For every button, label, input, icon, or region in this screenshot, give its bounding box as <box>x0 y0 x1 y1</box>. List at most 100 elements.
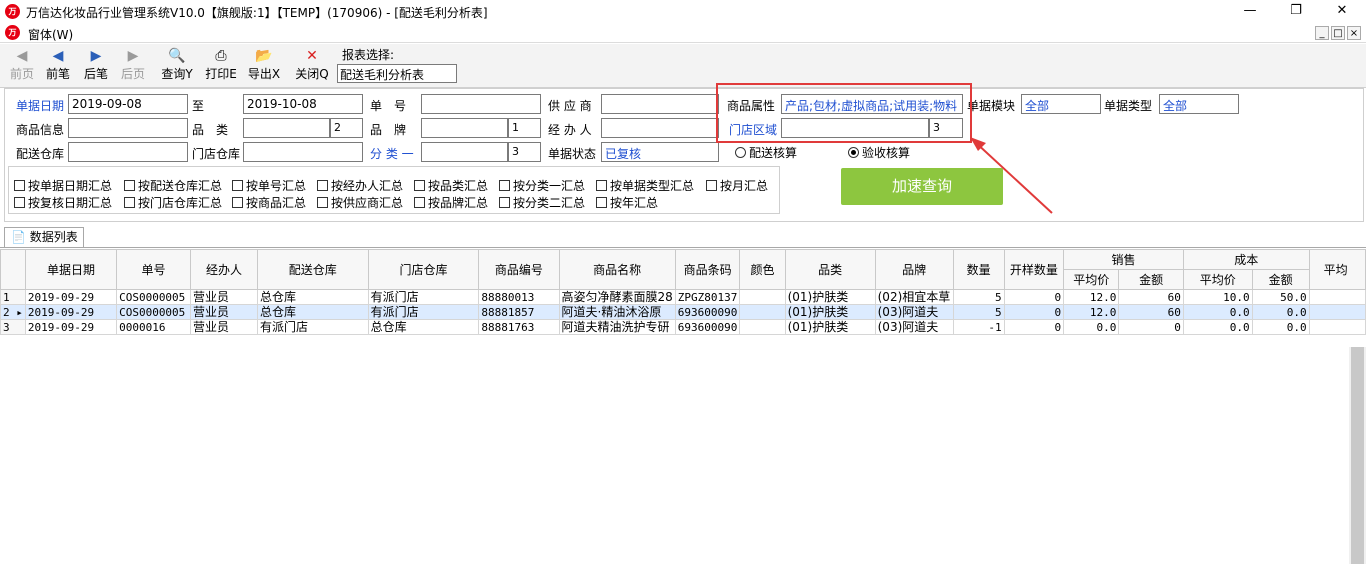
cell: 88881763 <box>478 319 560 335</box>
category-level-input[interactable]: 2 <box>330 118 363 138</box>
check-class1-sum[interactable]: 按分类一汇总 <box>499 177 585 194</box>
first-page-button[interactable]: ◀ 前页 <box>2 46 42 86</box>
col-header[interactable]: 品牌 <box>874 249 954 290</box>
mdi-minimize-button[interactable]: _ <box>1315 26 1329 40</box>
brand-level-input[interactable]: 1 <box>508 118 541 138</box>
scrollbar-thumb[interactable] <box>1351 347 1364 564</box>
doctype-select[interactable]: 全部 <box>1159 94 1239 114</box>
col-header[interactable]: 品类 <box>784 249 876 290</box>
check-date-sum[interactable]: 按单据日期汇总 <box>14 177 112 194</box>
cell: 总仓库 <box>367 319 480 335</box>
tab-divider <box>0 247 1366 248</box>
cell: 0.0 <box>1063 319 1120 335</box>
check-year-sum[interactable]: 按年汇总 <box>596 194 658 211</box>
check-supplier-sum[interactable]: 按供应商汇总 <box>317 194 403 211</box>
check-doctype-sum[interactable]: 按单据类型汇总 <box>596 177 694 194</box>
col-header[interactable]: 门店仓库 <box>367 249 480 290</box>
class1-level-input[interactable]: 3 <box>508 142 541 162</box>
cell: 693600090 <box>674 319 741 335</box>
col-header[interactable]: 经办人 <box>189 249 258 290</box>
col-sub-header[interactable]: 平均价 <box>1182 269 1253 290</box>
checkbox-icon <box>596 180 607 191</box>
date-label: 单据日期 <box>16 99 65 113</box>
store-wh-input[interactable] <box>243 142 363 162</box>
check-store-wh-sum[interactable]: 按门店仓库汇总 <box>124 194 222 211</box>
warehouse-input[interactable] <box>68 142 188 162</box>
next-record-button[interactable]: ▶ 后笔 <box>76 46 116 86</box>
class1-input[interactable] <box>421 142 508 162</box>
cell: 有派门店 <box>367 304 480 320</box>
table-row[interactable]: 3 2019-09-29 0000016 营业员 有派门店 总仓库 888817… <box>0 319 1366 335</box>
goods-input[interactable] <box>68 118 188 138</box>
col-header[interactable]: 商品编号 <box>478 249 560 290</box>
col-header[interactable]: 配送仓库 <box>256 249 369 290</box>
col-header[interactable]: 单据日期 <box>24 249 118 290</box>
cell: (03)阿道夫 <box>874 319 954 335</box>
handler-input[interactable] <box>601 118 719 138</box>
col-header[interactable]: 数量 <box>952 249 1005 290</box>
cell: (01)护肤类 <box>784 319 876 335</box>
prev-record-button[interactable]: ◀ 前笔 <box>38 46 78 86</box>
check-review-date-sum[interactable]: 按复核日期汇总 <box>14 194 112 211</box>
status-select[interactable]: 已复核 <box>601 142 719 162</box>
date-to-input[interactable]: 2019-10-08 <box>243 94 363 114</box>
col-header[interactable]: 颜色 <box>739 249 786 290</box>
last-page-button[interactable]: ▶ 后页 <box>113 46 153 86</box>
check-handler-sum[interactable]: 按经办人汇总 <box>317 177 403 194</box>
col-header[interactable]: 开样数量 <box>1003 249 1065 290</box>
col-header[interactable]: 商品条码 <box>674 249 741 290</box>
restore-button[interactable]: ❐ <box>1273 0 1319 23</box>
cell: 2019-09-29 <box>24 289 118 305</box>
checkbox-icon <box>414 197 425 208</box>
module-label: 单据模块 <box>967 99 1016 113</box>
radio-receive-circle <box>848 147 859 158</box>
col-header[interactable]: 商品名称 <box>558 249 676 290</box>
cell: 5 <box>952 289 1005 305</box>
col-sub-header[interactable]: 金额 <box>1118 269 1184 290</box>
cell: 12.0 <box>1063 304 1120 320</box>
check-goods-sum[interactable]: 按商品汇总 <box>232 194 306 211</box>
radio-receive[interactable]: 验收核算 <box>848 144 910 161</box>
cell: 阿道夫·精油沐浴原 <box>558 304 676 320</box>
check-warehouse-sum[interactable]: 按配送仓库汇总 <box>124 177 222 194</box>
fast-query-button[interactable]: 加速查询 <box>841 168 1003 205</box>
last-page-icon: ▶ <box>127 48 139 64</box>
minimize-button[interactable]: — <box>1227 0 1273 23</box>
menu-window[interactable]: 窗体(W) <box>28 26 73 43</box>
supplier-input[interactable] <box>601 94 719 114</box>
check-brand-sum[interactable]: 按品牌汇总 <box>414 194 488 211</box>
check-docno-sum[interactable]: 按单号汇总 <box>232 177 306 194</box>
col-sub-header[interactable]: 金额 <box>1251 269 1310 290</box>
table-row[interactable]: 2 ▸ 2019-09-29 COS0000005 营业员 总仓库 有派门店 8… <box>0 304 1366 320</box>
check-month-sum[interactable]: 按月汇总 <box>706 177 768 194</box>
print-button[interactable]: ⎙ 打印E <box>201 46 241 86</box>
radio-delivery[interactable]: 配送核算 <box>735 144 797 161</box>
tab-data-list[interactable]: 📄 数据列表 <box>4 227 84 248</box>
cell: 2019-09-29 <box>24 319 118 335</box>
category-input[interactable] <box>243 118 330 138</box>
cell: (01)护肤类 <box>784 304 876 320</box>
document-icon: 📄 <box>11 230 26 244</box>
close-window-button[interactable]: ✕ <box>1319 0 1365 23</box>
col-header-partial[interactable]: 平均 <box>1308 249 1366 290</box>
mdi-close-button[interactable]: × <box>1347 26 1361 40</box>
check-class2-sum[interactable]: 按分类二汇总 <box>499 194 585 211</box>
vertical-scrollbar[interactable] <box>1349 347 1366 564</box>
checkbox-icon <box>14 180 25 191</box>
close-button[interactable]: ✕ 关闭Q <box>292 46 332 86</box>
data-table: 单据日期 单号 经办人 配送仓库 门店仓库 商品编号 商品名称 商品条码 颜色 … <box>0 249 1366 335</box>
store-wh-label: 门店仓库 <box>192 147 241 161</box>
module-select[interactable]: 全部 <box>1021 94 1101 114</box>
brand-input[interactable] <box>421 118 508 138</box>
report-select[interactable]: 配送毛利分析表 <box>337 64 457 83</box>
mdi-restore-button[interactable]: □ <box>1331 26 1345 40</box>
date-from-input[interactable]: 2019-09-08 <box>68 94 188 114</box>
query-button[interactable]: 🔍 查询Y <box>157 46 197 86</box>
check-category-sum[interactable]: 按品类汇总 <box>414 177 488 194</box>
col-header[interactable]: 单号 <box>116 249 191 290</box>
table-row[interactable]: 1 2019-09-29 COS0000005 营业员 总仓库 有派门店 888… <box>0 289 1366 305</box>
export-button[interactable]: 📂 导出X <box>244 46 284 86</box>
col-sub-header[interactable]: 平均价 <box>1063 269 1120 290</box>
category-label: 品 类 <box>192 123 229 137</box>
docno-input[interactable] <box>421 94 541 114</box>
